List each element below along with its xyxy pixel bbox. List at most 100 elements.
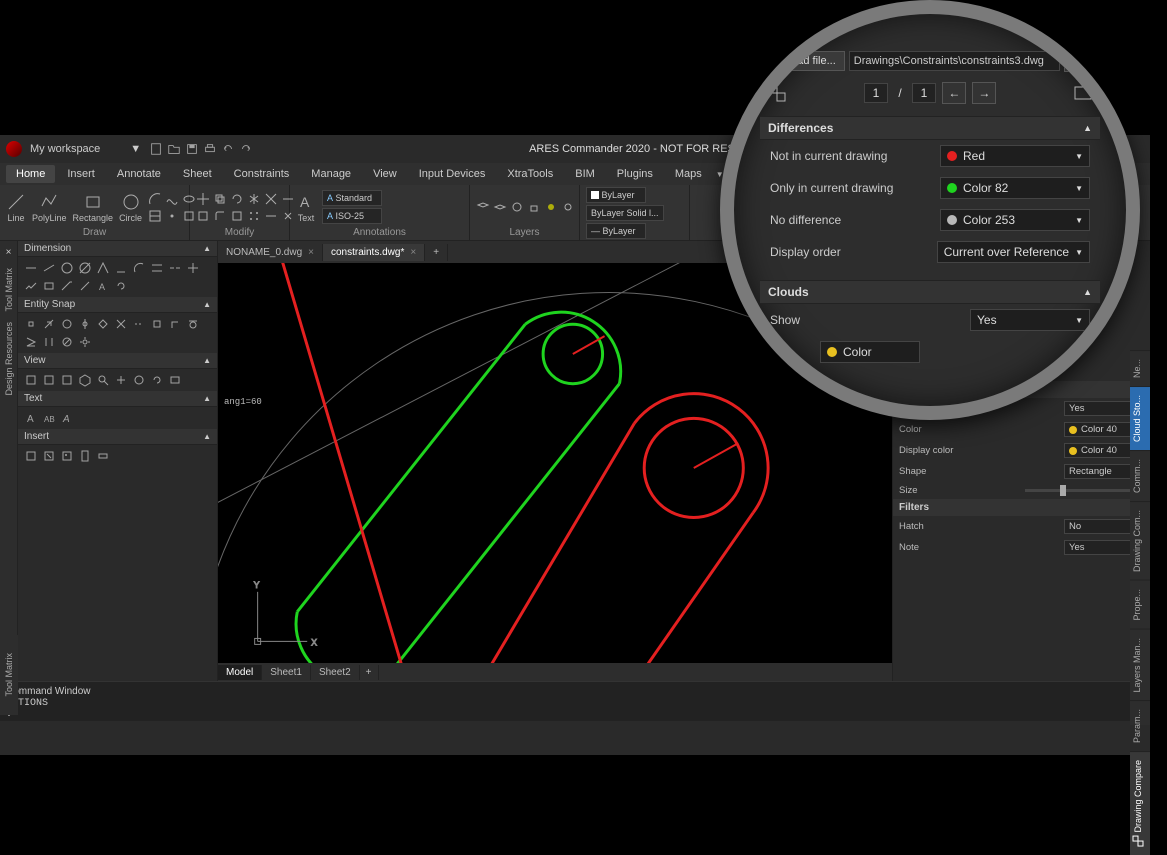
combo-dimstyle[interactable]: A ISO-25: [322, 208, 382, 224]
snap-parallel-icon[interactable]: [42, 335, 56, 349]
view-pan-icon[interactable]: [114, 373, 128, 387]
doctab-noname[interactable]: NONAME_0.dwg×: [218, 244, 323, 261]
dim-tolerance-icon[interactable]: [42, 279, 56, 293]
snap-intersection-icon[interactable]: [114, 317, 128, 331]
print-icon[interactable]: [203, 142, 217, 156]
layer-state-icon[interactable]: [493, 200, 507, 214]
open-icon[interactable]: [167, 142, 181, 156]
view-top-icon[interactable]: [24, 373, 38, 387]
rtab-properties[interactable]: Prope...: [1130, 580, 1150, 629]
rtab-layers-manager[interactable]: Layers Man...: [1130, 629, 1150, 701]
point-icon[interactable]: [165, 209, 179, 223]
collapse-icon[interactable]: ▲: [203, 432, 211, 441]
prev-diff-button[interactable]: ←: [942, 82, 966, 104]
tab-home[interactable]: Home: [6, 165, 55, 183]
arc-icon[interactable]: [148, 192, 162, 206]
tab-manage[interactable]: Manage: [301, 165, 361, 183]
dim-linear-icon[interactable]: [24, 261, 38, 275]
insert-pdf-icon[interactable]: [78, 449, 92, 463]
region-icon[interactable]: [182, 209, 196, 223]
dim-aligned-icon[interactable]: [42, 261, 56, 275]
vert-tab-design-resources[interactable]: Design Resources: [4, 322, 14, 396]
dim-style-icon[interactable]: A: [96, 279, 110, 293]
new-icon[interactable]: [149, 142, 163, 156]
snap-extension-icon[interactable]: [132, 317, 146, 331]
dim-diameter-icon[interactable]: [78, 261, 92, 275]
rotate-icon[interactable]: [230, 192, 244, 206]
tool-text[interactable]: AText: [296, 192, 316, 223]
ellipse-icon[interactable]: [182, 192, 196, 206]
tab-xtratools[interactable]: XtraTools: [497, 165, 563, 183]
rtab-comments[interactable]: Comm...: [1130, 450, 1150, 501]
tool-circle[interactable]: Circle: [119, 192, 142, 223]
insert-xref-icon[interactable]: [42, 449, 56, 463]
extend-icon[interactable]: [281, 192, 295, 206]
dim-ordinate-icon[interactable]: [114, 261, 128, 275]
section-filters[interactable]: Filters▲: [893, 499, 1150, 516]
tab-sheet1[interactable]: Sheet1: [262, 665, 311, 680]
dropdown-clouds-show[interactable]: Yes▼: [970, 309, 1090, 331]
tab-insert[interactable]: Insert: [57, 165, 105, 183]
tab-plugins[interactable]: Plugins: [607, 165, 663, 183]
tab-add-sheet[interactable]: +: [360, 665, 379, 680]
view-zoom-icon[interactable]: [96, 373, 110, 387]
close-icon[interactable]: ×: [308, 247, 314, 258]
view-iso-icon[interactable]: [78, 373, 92, 387]
tool-line[interactable]: Line: [6, 192, 26, 223]
file-path-field[interactable]: Drawings\Constraints\constraints3.dwg: [849, 51, 1060, 71]
dim-oblique-icon[interactable]: [78, 279, 92, 293]
dropdown-no-difference[interactable]: Color 253▼: [940, 209, 1090, 231]
section-clouds-lens[interactable]: Clouds▲: [760, 280, 1100, 304]
dropdown-display-order[interactable]: Current over Reference▼: [937, 241, 1090, 263]
text-multi-icon[interactable]: AB: [42, 411, 56, 425]
snap-nearest-icon[interactable]: [24, 335, 38, 349]
vert-tab-tool-matrix-bottom[interactable]: Tool Matrix: [4, 653, 14, 697]
tool-rectangle[interactable]: Rectangle: [73, 192, 114, 223]
insert-image-icon[interactable]: [60, 449, 74, 463]
collapse-icon[interactable]: ▲: [203, 394, 211, 403]
tool-polyline[interactable]: PolyLine: [32, 192, 67, 223]
compare-toggle-icon[interactable]: [766, 82, 788, 104]
command-window[interactable]: Command Window▲ OPTIONS :: [0, 681, 1150, 721]
layer-freeze-icon[interactable]: [510, 200, 524, 214]
mirror-icon[interactable]: [247, 192, 261, 206]
tab-constraints[interactable]: Constraints: [224, 165, 300, 183]
offset-icon[interactable]: [196, 209, 210, 223]
tab-maps[interactable]: Maps: [665, 165, 712, 183]
view-side-icon[interactable]: [60, 373, 74, 387]
dropdown-clouds-color[interactable]: Color: [820, 341, 920, 363]
trim-icon[interactable]: [264, 192, 278, 206]
dim-continue-icon[interactable]: [168, 261, 182, 275]
combo-linetype[interactable]: ByLayer Solid l...: [586, 205, 664, 221]
redo-icon[interactable]: [239, 142, 253, 156]
dropdown-not-in-current[interactable]: Red▼: [940, 145, 1090, 167]
tab-sheet2[interactable]: Sheet2: [311, 665, 360, 680]
dim-radius-icon[interactable]: [60, 261, 74, 275]
slider-size[interactable]: [1025, 489, 1145, 492]
workspace-dropdown[interactable]: My workspace ▼: [30, 143, 141, 155]
rtab-network[interactable]: Ne...: [1130, 350, 1150, 386]
load-file-button[interactable]: Load file...: [776, 51, 845, 71]
doctab-constraints[interactable]: constraints.dwg*×: [323, 244, 425, 261]
move-icon[interactable]: [196, 192, 210, 206]
collapse-icon[interactable]: ▲: [203, 356, 211, 365]
collapse-icon[interactable]: ▲: [203, 300, 211, 309]
close-icon[interactable]: ×: [6, 247, 12, 258]
dim-arc-icon[interactable]: [132, 261, 146, 275]
snap-endpoint-icon[interactable]: [24, 317, 38, 331]
viewport-icon[interactable]: [1072, 82, 1094, 104]
view-named-icon[interactable]: [168, 373, 182, 387]
close-icon[interactable]: ×: [410, 247, 416, 258]
text-single-icon[interactable]: A: [24, 411, 38, 425]
save-icon[interactable]: [185, 142, 199, 156]
collapse-icon[interactable]: ▲: [203, 244, 211, 253]
help-button[interactable]: ?: [1064, 50, 1084, 72]
dim-center-icon[interactable]: [186, 261, 200, 275]
rtab-drawing-compare[interactable]: Drawing Compare: [1130, 751, 1150, 855]
section-differences[interactable]: Differences▲: [760, 116, 1100, 140]
undo-icon[interactable]: [221, 142, 235, 156]
insert-field-icon[interactable]: [96, 449, 110, 463]
layer-on-icon[interactable]: [544, 200, 558, 214]
vert-tab-tool-matrix[interactable]: Tool Matrix: [4, 268, 14, 312]
snap-center-icon[interactable]: [60, 317, 74, 331]
